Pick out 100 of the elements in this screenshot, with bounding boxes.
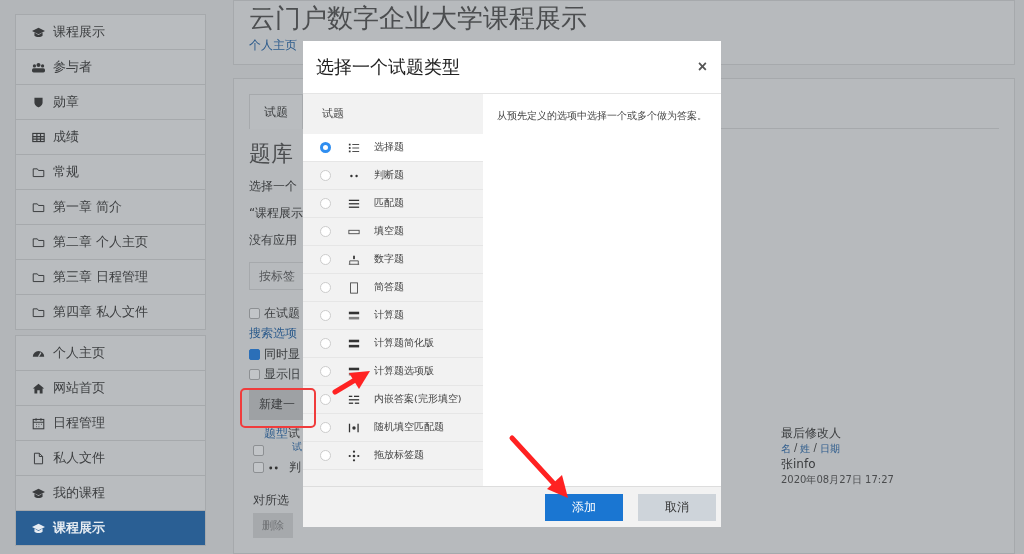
question-type-item[interactable]: 匹配题 — [303, 190, 483, 218]
cap-icon — [32, 486, 45, 500]
tag-filter-field[interactable]: 按标签 — [249, 262, 305, 290]
sidebar-item[interactable]: 第四章 私人文件 — [16, 295, 205, 329]
arrow — [509, 435, 568, 498]
question-type-item[interactable]: 随机填空匹配题 — [303, 414, 483, 442]
table-icon — [32, 130, 45, 144]
question-type-icon — [348, 197, 360, 210]
question-type-icon — [348, 141, 360, 154]
checkbox[interactable] — [249, 348, 260, 360]
cap-icon — [32, 25, 45, 39]
column-header: 最后修改人 — [781, 425, 842, 442]
question-type-icon — [348, 421, 360, 434]
two-dots-icon — [268, 464, 279, 471]
question-type-item[interactable]: 数字题 — [303, 246, 483, 274]
sidebar-item[interactable]: 课程展示 — [16, 511, 205, 545]
arrow — [332, 371, 370, 395]
search-options-link[interactable]: 搜索选项 — [249, 325, 297, 342]
section-heading: 题库 — [249, 141, 293, 167]
file-icon — [32, 451, 45, 465]
page-title: 云门户数字企业大学课程展示 — [249, 2, 588, 35]
sort-link[interactable]: 姓 — [800, 442, 811, 456]
checkbox[interactable] — [249, 307, 260, 319]
table-cell-text: 张info — [781, 456, 817, 473]
radio-button[interactable] — [320, 450, 331, 461]
sort-link[interactable]: 名 — [781, 442, 791, 456]
checkbox[interactable] — [253, 445, 264, 456]
column-header: 试 — [288, 425, 300, 442]
radio-button[interactable] — [320, 366, 331, 377]
question-type-icon — [348, 393, 360, 406]
question-type-icon — [348, 281, 360, 294]
radio-button[interactable] — [320, 226, 331, 237]
cancel-button[interactable]: 取消 — [638, 493, 716, 521]
checkbox-label: 显示旧 — [264, 365, 300, 383]
list-header: 试题 — [321, 106, 345, 122]
new-question-button[interactable]: 新建一 — [249, 388, 304, 420]
table-cell: 判 — [289, 459, 301, 476]
folder-icon — [32, 235, 45, 249]
text-line: “课程展示 — [249, 205, 304, 221]
home-icon — [32, 381, 45, 395]
dialog-title: 选择一个试题类型 — [316, 55, 460, 79]
sidebar-item[interactable]: 成绩 — [16, 120, 205, 155]
question-type-icon — [348, 253, 360, 266]
radio-button[interactable] — [320, 338, 331, 349]
checkbox-label: 在试题 — [264, 304, 300, 322]
bulk-action-label: 对所选 — [253, 492, 289, 509]
radio-button[interactable] — [320, 198, 331, 209]
radio-button[interactable] — [320, 170, 331, 181]
type-description: 从预先定义的选项中选择一个或多个做为答案。 — [497, 110, 707, 123]
folder-icon — [32, 200, 45, 214]
question-type-item[interactable]: 填空题 — [303, 218, 483, 246]
checkbox[interactable] — [253, 462, 264, 473]
folder-icon — [32, 305, 45, 319]
question-type-item[interactable]: 选择题 — [303, 134, 483, 162]
question-type-icon — [348, 449, 360, 462]
sidebar-item[interactable]: 常规 — [16, 155, 205, 190]
radio-button[interactable] — [320, 282, 331, 293]
close-button[interactable]: × — [697, 58, 707, 76]
sidebar-item[interactable]: 参与者 — [16, 50, 205, 85]
radio-button[interactable] — [320, 422, 331, 433]
add-button[interactable]: 添加 — [545, 493, 623, 521]
sidebar-item[interactable]: 日程管理 — [16, 406, 205, 441]
column-header-link[interactable]: 题型 — [264, 425, 288, 442]
radio-button[interactable] — [320, 310, 331, 321]
radio-button[interactable] — [320, 254, 331, 265]
table-cell: 试 — [292, 439, 302, 454]
sidebar-item[interactable]: 个人主页 — [16, 336, 205, 371]
sidebar-item[interactable]: 第三章 日程管理 — [16, 260, 205, 295]
shield-icon — [32, 95, 45, 109]
sidebar-item[interactable]: 第一章 简介 — [16, 190, 205, 225]
sidebar-item[interactable]: 网站首页 — [16, 371, 205, 406]
cap-icon — [32, 521, 45, 535]
question-type-icon — [348, 337, 360, 350]
tab[interactable]: 试题 — [249, 94, 303, 129]
text-line: 没有应用 — [249, 232, 297, 248]
sidebar-item[interactable]: 勋章 — [16, 85, 205, 120]
folder-icon — [32, 270, 45, 284]
checkbox-label: 同时显 — [264, 345, 300, 363]
separator: / — [813, 442, 817, 455]
question-type-item[interactable]: 简答题 — [303, 274, 483, 302]
table-cell-text: 2020年08月27日 17:27 — [781, 473, 895, 487]
radio-button[interactable] — [320, 394, 331, 405]
checkbox[interactable] — [249, 368, 260, 380]
question-type-item[interactable]: 计算题 — [303, 302, 483, 330]
sidebar-item[interactable]: 私人文件 — [16, 441, 205, 476]
text-line: 选择一个 — [249, 178, 297, 194]
question-type-item[interactable]: 计算题简化版 — [303, 330, 483, 358]
radio-button[interactable] — [320, 142, 331, 153]
sidebar-item[interactable]: 课程展示 — [16, 15, 205, 50]
users-icon — [32, 60, 45, 74]
question-type-item[interactable]: 拖放标签题 — [303, 442, 483, 470]
question-type-icon — [348, 309, 360, 322]
sort-link[interactable]: 日期 — [819, 442, 840, 456]
breadcrumb-link[interactable]: 个人主页 — [249, 38, 297, 52]
folder-icon — [32, 165, 45, 179]
question-type-item[interactable]: 内嵌答案(完形填空) — [303, 386, 483, 414]
calendar-icon — [32, 416, 45, 430]
sidebar-item[interactable]: 第二章 个人主页 — [16, 225, 205, 260]
separator: / — [794, 442, 798, 455]
question-type-item[interactable]: 判断题 — [303, 162, 483, 190]
